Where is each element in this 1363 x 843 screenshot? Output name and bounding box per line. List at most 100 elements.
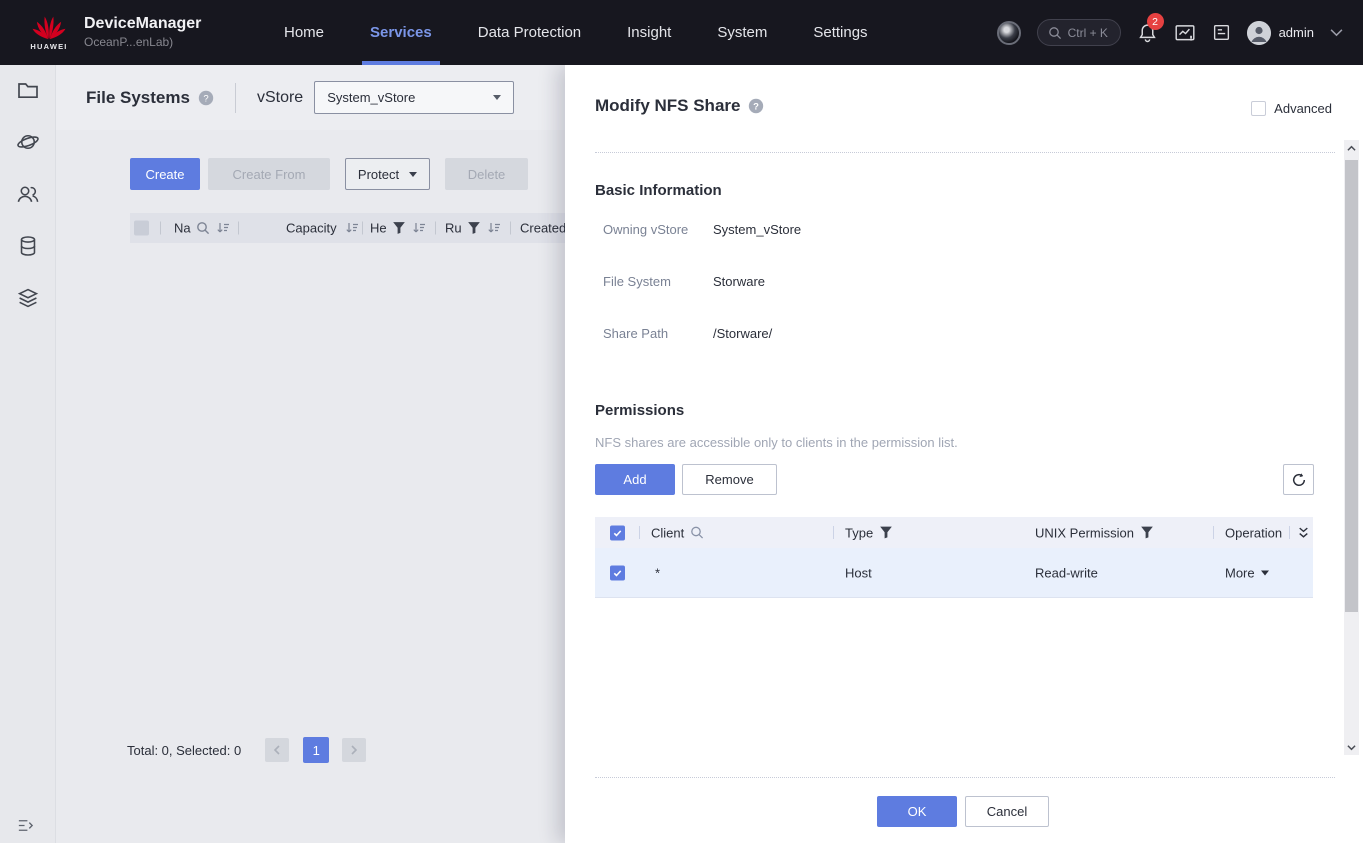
perm-col-type[interactable]: Type bbox=[845, 525, 873, 540]
filter-icon[interactable] bbox=[467, 221, 481, 235]
sort-icon[interactable] bbox=[487, 221, 501, 235]
separator-top bbox=[595, 152, 1335, 153]
basic-info-heading: Basic Information bbox=[595, 182, 722, 199]
performance-button[interactable] bbox=[1174, 22, 1196, 44]
fs-col-name[interactable]: Na bbox=[174, 221, 191, 236]
permission-row[interactable]: * Host Read-write More bbox=[595, 548, 1313, 598]
pagination: Total: 0, Selected: 0 1 bbox=[127, 737, 380, 763]
nav-insight[interactable]: Insight bbox=[615, 0, 683, 65]
fs-col-running[interactable]: Ru bbox=[445, 221, 462, 236]
scroll-up-icon[interactable] bbox=[1344, 140, 1359, 156]
info-label: Owning vStore bbox=[603, 222, 709, 237]
chevron-down-icon[interactable] bbox=[1330, 28, 1343, 37]
report-button[interactable] bbox=[1212, 23, 1231, 42]
scroll-down-icon[interactable] bbox=[1344, 739, 1359, 755]
permissions-table: Client Type UNIX Permission Operation bbox=[595, 517, 1313, 598]
remove-button[interactable]: Remove bbox=[682, 464, 777, 495]
info-value: /Storware/ bbox=[713, 326, 772, 341]
layers-icon[interactable] bbox=[16, 286, 40, 310]
users-icon[interactable] bbox=[16, 182, 40, 206]
create-button[interactable]: Create bbox=[130, 158, 200, 190]
chevron-down-icon bbox=[409, 172, 417, 177]
chevron-down-icon bbox=[1261, 570, 1269, 575]
nav-data-protection[interactable]: Data Protection bbox=[466, 0, 593, 65]
alarm-count-badge: 2 bbox=[1147, 13, 1164, 30]
brand-block: HUAWEI DeviceManager OceanP...enLab) bbox=[0, 14, 201, 51]
perm-col-client[interactable]: Client bbox=[651, 525, 684, 540]
fs-col-capacity[interactable]: Capacity bbox=[286, 221, 337, 236]
search-icon[interactable] bbox=[196, 221, 210, 235]
scrollbar-thumb[interactable] bbox=[1345, 160, 1358, 612]
filter-icon[interactable] bbox=[392, 221, 406, 235]
sort-icon[interactable] bbox=[412, 221, 426, 235]
nav-settings[interactable]: Settings bbox=[801, 0, 879, 65]
add-button[interactable]: Add bbox=[595, 464, 675, 495]
fs-col-created[interactable]: Created bbox=[520, 221, 566, 236]
nav-services[interactable]: Services bbox=[358, 0, 444, 65]
fs-col-health[interactable]: He bbox=[370, 221, 387, 236]
advanced-checkbox[interactable] bbox=[1251, 101, 1266, 116]
theme-sphere-icon[interactable] bbox=[997, 21, 1021, 45]
row-checkbox[interactable] bbox=[610, 565, 625, 580]
filter-icon[interactable] bbox=[879, 526, 893, 540]
permissions-heading: Permissions bbox=[595, 402, 684, 419]
header-divider bbox=[235, 83, 236, 113]
perm-col-unix-permission[interactable]: UNIX Permission bbox=[1035, 525, 1134, 540]
alarms-button[interactable]: 2 bbox=[1137, 22, 1158, 43]
database-icon[interactable] bbox=[16, 234, 40, 258]
delete-button[interactable]: Delete bbox=[445, 158, 528, 190]
topbar-actions: Ctrl + K 2 admin bbox=[997, 0, 1343, 65]
folder-icon[interactable] bbox=[16, 78, 40, 102]
search-icon[interactable] bbox=[690, 526, 704, 540]
more-button[interactable]: More bbox=[1225, 565, 1269, 580]
topbar: HUAWEI DeviceManager OceanP...enLab) Hom… bbox=[0, 0, 1363, 65]
vstore-label: vStore bbox=[257, 89, 303, 107]
column-settings-icon[interactable] bbox=[1298, 526, 1309, 539]
help-icon[interactable]: ? bbox=[748, 98, 764, 114]
planet-icon[interactable] bbox=[16, 130, 40, 154]
user-menu[interactable] bbox=[1247, 21, 1271, 45]
pagination-summary: Total: 0, Selected: 0 bbox=[127, 743, 241, 758]
svg-text:?: ? bbox=[203, 93, 208, 104]
cancel-button[interactable]: Cancel bbox=[965, 796, 1049, 827]
next-page-button[interactable] bbox=[342, 738, 366, 762]
cell-type: Host bbox=[845, 565, 872, 580]
cell-client: * bbox=[655, 565, 660, 580]
global-search[interactable]: Ctrl + K bbox=[1037, 19, 1121, 46]
perm-col-operation[interactable]: Operation bbox=[1225, 525, 1282, 540]
perm-select-all-checkbox[interactable] bbox=[610, 525, 625, 540]
drawer-title-row: Modify NFS Share ? bbox=[595, 96, 764, 116]
advanced-toggle[interactable]: Advanced bbox=[1251, 101, 1332, 116]
page-number[interactable]: 1 bbox=[303, 737, 329, 763]
nav-home[interactable]: Home bbox=[272, 0, 336, 65]
huawei-logo: HUAWEI bbox=[26, 14, 72, 51]
report-icon bbox=[1212, 23, 1231, 42]
drawer-title: Modify NFS Share bbox=[595, 96, 740, 116]
info-label: File System bbox=[603, 274, 709, 289]
select-all-checkbox[interactable] bbox=[134, 221, 149, 236]
vstore-select[interactable]: System_vStore bbox=[314, 81, 514, 114]
nav-system[interactable]: System bbox=[705, 0, 779, 65]
cell-unix-permission: Read-write bbox=[1035, 565, 1098, 580]
permissions-table-header: Client Type UNIX Permission Operation bbox=[595, 517, 1313, 548]
user-name[interactable]: admin bbox=[1279, 25, 1314, 40]
prev-page-button[interactable] bbox=[265, 738, 289, 762]
info-value: Storware bbox=[713, 274, 765, 289]
screen: HUAWEI DeviceManager OceanP...enLab) Hom… bbox=[0, 0, 1363, 843]
refresh-button[interactable] bbox=[1283, 464, 1314, 495]
filter-icon[interactable] bbox=[1140, 526, 1154, 540]
performance-alert-icon bbox=[1174, 22, 1196, 44]
app-name: DeviceManager bbox=[84, 14, 201, 34]
chevron-down-icon bbox=[493, 95, 501, 100]
sort-icon[interactable] bbox=[345, 221, 359, 235]
expand-sidebar-icon[interactable] bbox=[16, 816, 35, 835]
drawer-scrollbar[interactable] bbox=[1344, 140, 1359, 755]
sort-icon[interactable] bbox=[216, 221, 230, 235]
protect-button[interactable]: Protect bbox=[345, 158, 430, 190]
help-icon[interactable]: ? bbox=[198, 90, 214, 106]
ok-button[interactable]: OK bbox=[877, 796, 957, 827]
advanced-label: Advanced bbox=[1274, 101, 1332, 116]
create-from-button[interactable]: Create From bbox=[208, 158, 330, 190]
avatar bbox=[1247, 21, 1271, 45]
permissions-hint: NFS shares are accessible only to client… bbox=[595, 435, 958, 450]
